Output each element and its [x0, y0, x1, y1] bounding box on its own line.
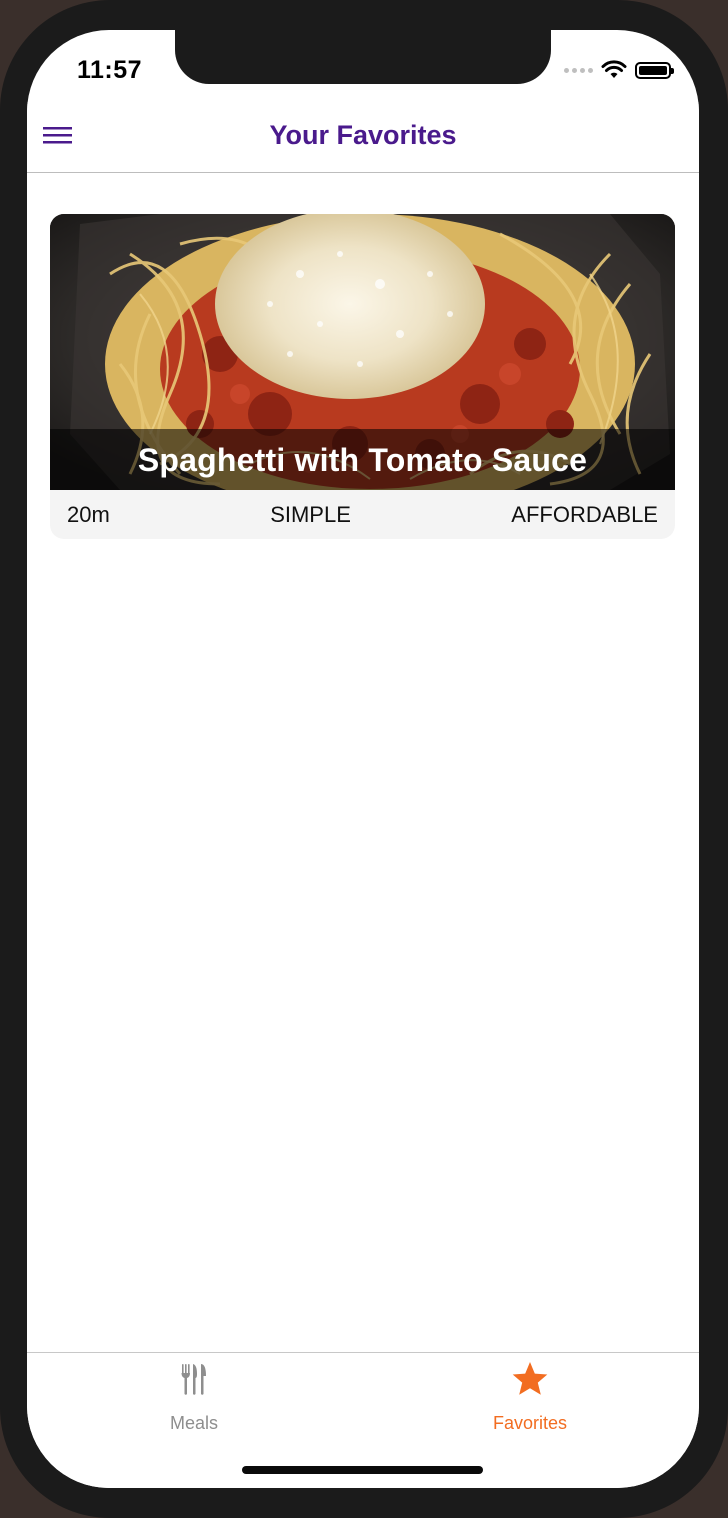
- cutlery-icon: [94, 1359, 294, 1399]
- meal-complexity: SIMPLE: [270, 501, 351, 527]
- meal-duration: 20m: [67, 501, 110, 527]
- home-indicator[interactable]: [242, 1466, 483, 1474]
- wifi-icon: [601, 60, 627, 78]
- meal-title: Spaghetti with Tomato Sauce: [137, 442, 588, 478]
- meal-affordability: AFFORDABLE: [511, 501, 658, 527]
- page-title: Your Favorites: [269, 120, 457, 150]
- header: Your Favorites: [27, 102, 699, 173]
- tab-meals-label: Meals: [169, 1413, 218, 1433]
- tab-meals[interactable]: Meals: [94, 1359, 294, 1434]
- meal-details-row: 20m SIMPLE AFFORDABLE: [50, 490, 675, 539]
- status-icons: [564, 60, 674, 80]
- status-time: 11:57: [77, 56, 143, 84]
- battery-icon: [635, 61, 674, 79]
- signal-icon: [564, 67, 593, 73]
- screen: 11:57 Your Favorites Spaghetti with Toma…: [27, 30, 699, 1488]
- tab-favorites[interactable]: Favorites: [430, 1359, 630, 1434]
- star-icon: [430, 1359, 630, 1399]
- phone-frame: 11:57 Your Favorites Spaghetti with Toma…: [0, 0, 728, 1518]
- tab-favorites-label: Favorites: [492, 1413, 568, 1433]
- meal-item-card[interactable]: Spaghetti with Tomato Sauce 20m SIMPLE A…: [50, 214, 675, 539]
- notch: [175, 30, 551, 84]
